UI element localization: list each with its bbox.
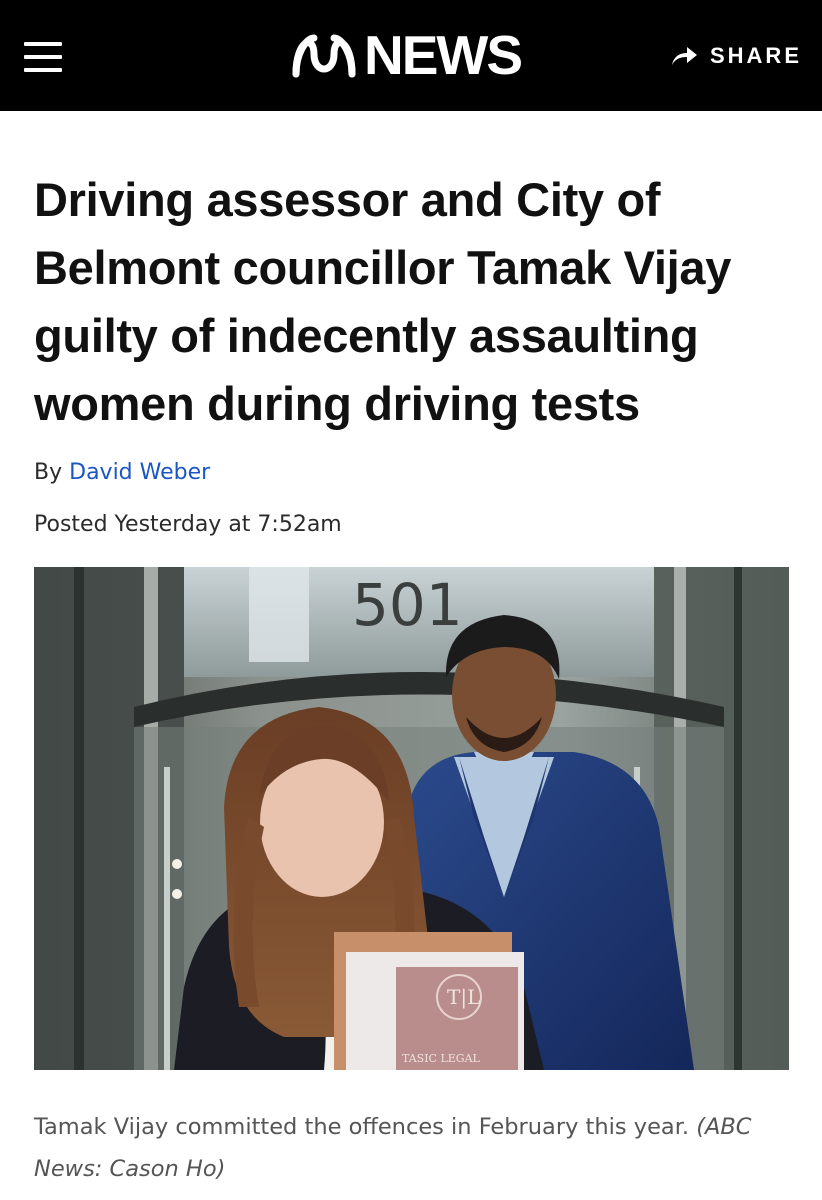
share-label: SHARE <box>709 43 802 68</box>
photo-building-number: 501 <box>352 571 463 639</box>
byline: By David Weber <box>34 460 210 485</box>
article-photo[interactable]: 501 T|L TASIC LEGAL <box>34 567 789 1070</box>
posted-timestamp: Posted Yesterday at 7:52am <box>34 512 342 537</box>
author-link[interactable]: David Weber <box>69 460 210 485</box>
photo-folder-text: TASIC LEGAL <box>402 1052 481 1065</box>
photo-illustration: 501 T|L TASIC LEGAL <box>34 567 789 1070</box>
menu-icon-line <box>24 55 62 59</box>
photo-caption: Tamak Vijay committed the offences in Fe… <box>34 1106 794 1190</box>
top-nav-bar: NEWS SHARE <box>0 0 822 111</box>
svg-text:T|L: T|L <box>447 985 480 1010</box>
menu-icon[interactable] <box>24 42 62 72</box>
share-button[interactable]: SHARE <box>670 40 802 72</box>
abc-news-logo[interactable]: NEWS <box>292 24 523 86</box>
caption-text: Tamak Vijay committed the offences in Fe… <box>34 1114 690 1140</box>
byline-prefix: By <box>34 460 63 485</box>
share-arrow-icon <box>671 47 697 65</box>
article-headline: Driving assessor and City of Belmont cou… <box>34 173 732 430</box>
menu-icon-line <box>24 68 62 72</box>
menu-icon-line <box>24 42 62 46</box>
brand-text: NEWS <box>364 24 523 86</box>
abc-lissajous-icon <box>292 34 356 78</box>
